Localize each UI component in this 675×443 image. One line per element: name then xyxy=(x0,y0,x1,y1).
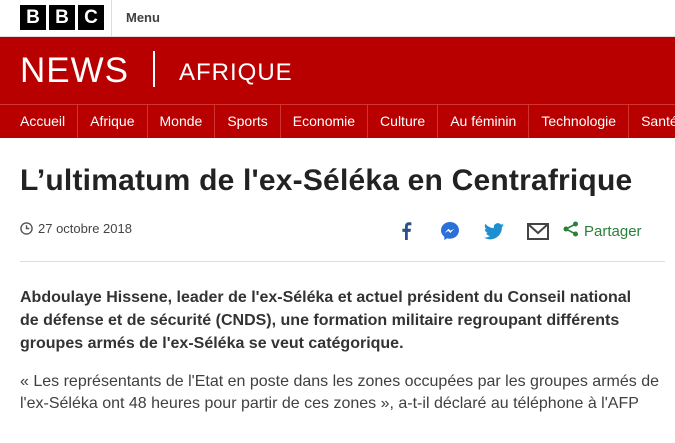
divider-line xyxy=(20,261,665,262)
article-title: L’ultimatum de l'ex-Séléka en Centrafriq… xyxy=(20,164,633,197)
article-paragraph: « Les représentants de l'Etat en poste d… xyxy=(20,373,659,412)
nav-item-economie[interactable]: Economie xyxy=(281,105,369,138)
news-logo-separator xyxy=(153,51,155,87)
nav-item-monde[interactable]: Monde xyxy=(148,105,216,138)
share-button[interactable]: Partager xyxy=(563,221,642,241)
nav-item-culture[interactable]: Culture xyxy=(368,105,439,138)
article-date: 27 octobre 2018 xyxy=(20,221,132,236)
article-lead: Abdoulaye Hissene, leader de l'ex-Séléka… xyxy=(20,289,632,352)
menu-button[interactable]: Menu xyxy=(126,10,160,25)
bbc-logo-letter: C xyxy=(78,5,104,30)
nav-item-sante[interactable]: Santé xyxy=(629,105,675,138)
main-navigation: Accueil Afrique Monde Sports Economie Cu… xyxy=(0,104,675,138)
clock-icon xyxy=(20,222,33,235)
section-title[interactable]: AFRIQUE xyxy=(179,59,293,87)
bbc-top-bar: B B C Menu xyxy=(0,0,675,37)
nav-item-accueil[interactable]: Accueil xyxy=(0,105,79,138)
nav-item-sports[interactable]: Sports xyxy=(215,105,281,138)
bbc-logo-letter: B xyxy=(20,5,46,30)
topbar-divider xyxy=(111,0,112,37)
email-icon[interactable] xyxy=(525,218,551,244)
nav-item-afrique[interactable]: Afrique xyxy=(78,105,148,138)
messenger-icon[interactable] xyxy=(437,218,463,244)
nav-item-au-feminin[interactable]: Au féminin xyxy=(438,105,530,138)
share-label: Partager xyxy=(584,222,642,240)
bbc-logo[interactable]: B B C xyxy=(20,5,104,30)
news-header: NEWS AFRIQUE xyxy=(0,37,675,104)
news-logo[interactable]: NEWS xyxy=(20,51,129,91)
share-icon xyxy=(563,221,579,241)
nav-item-technologie[interactable]: Technologie xyxy=(529,105,630,138)
share-tools: Partager xyxy=(393,218,642,244)
facebook-icon[interactable] xyxy=(393,218,419,244)
date-text: 27 octobre 2018 xyxy=(38,221,132,236)
bbc-logo-letter: B xyxy=(49,5,75,30)
twitter-icon[interactable] xyxy=(481,218,507,244)
